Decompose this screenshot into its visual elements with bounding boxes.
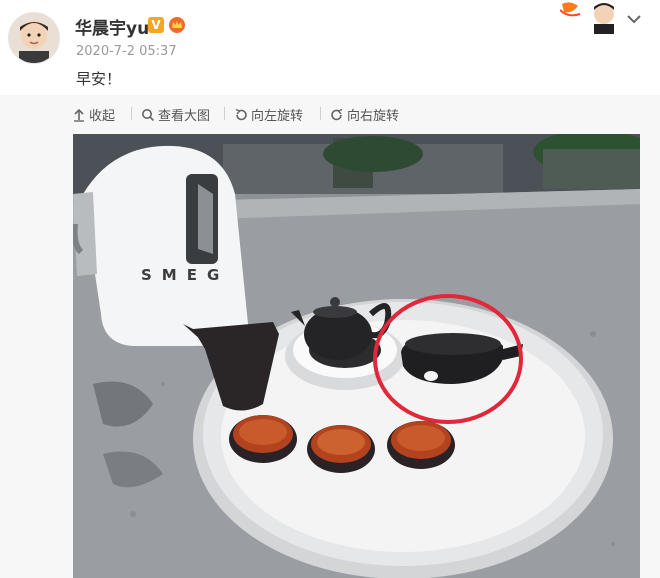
chevron-down-icon[interactable] <box>626 10 642 24</box>
post-text: 早安！ <box>76 70 122 88</box>
magnifier-icon <box>142 108 155 121</box>
collapse-label: 收起 <box>89 109 116 124</box>
verified-v-icon: V <box>148 17 164 33</box>
rotate-right-icon <box>331 108 343 120</box>
post-photo[interactable]: SMEG <box>73 134 640 578</box>
view-large-button[interactable]: 查看大图 <box>141 105 210 124</box>
rotate-left-label: 向左旋转 <box>251 109 304 124</box>
rotate-right-button[interactable]: 向右旋转 <box>330 105 399 124</box>
rotate-right-label: 向右旋转 <box>347 109 400 124</box>
collapse-button[interactable]: 收起 <box>72 105 115 124</box>
kettle-brand-text: SMEG <box>141 266 229 284</box>
corner-avatar-badge <box>559 0 622 34</box>
crown-badge-icon <box>168 16 186 34</box>
rotate-left-icon <box>235 108 247 120</box>
post-timestamp[interactable]: 2020-7-2 05:37 <box>76 44 177 59</box>
rotate-left-button[interactable]: 向左旋转 <box>234 105 303 124</box>
avatar[interactable] <box>8 12 60 64</box>
toolbar-divider <box>131 107 132 120</box>
toolbar-divider <box>320 107 321 120</box>
media-panel: 收起 查看大图 向左旋转 向右旋转 SMEG <box>0 95 660 578</box>
collapse-arrow-icon <box>74 108 84 122</box>
toolbar-divider <box>224 107 225 120</box>
view-large-label: 查看大图 <box>158 109 211 124</box>
author-name[interactable]: 华晨宇yu <box>75 14 149 39</box>
weibo-post-card: 华晨宇yu V 2020-7-2 05:37 早安！ 收起 查看大图 向左旋转 … <box>0 0 660 578</box>
media-toolbar: 收起 查看大图 向左旋转 向右旋转 <box>0 95 660 133</box>
